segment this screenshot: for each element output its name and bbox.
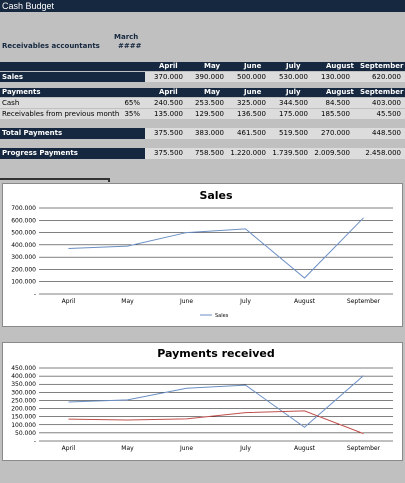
total-row-label-bg: Total Payments	[0, 128, 145, 139]
x-tick-label: June	[179, 298, 193, 305]
payments-month: July	[286, 88, 301, 97]
x-tick-label: May	[121, 298, 134, 305]
y-tick-label: 300.000	[11, 389, 36, 396]
x-tick-label: August	[294, 298, 316, 305]
y-tick-label: 350.000	[11, 381, 36, 388]
receivables-cell[interactable]: 185.500	[312, 110, 350, 119]
month-label: March	[114, 33, 138, 42]
x-tick-label: September	[347, 298, 381, 305]
total-cell[interactable]: 383.000	[186, 129, 224, 138]
y-tick-label: 400.000	[11, 242, 36, 249]
y-tick-label: 400.000	[11, 373, 36, 380]
y-tick-label: 700.000	[11, 205, 36, 212]
chart-title: Sales	[199, 189, 233, 202]
progress-cell[interactable]: 375.500	[145, 149, 183, 158]
y-tick-label: 100.000	[11, 279, 36, 286]
sales-row-label: Sales	[2, 73, 23, 82]
receivables-cell[interactable]: 136.500	[228, 110, 266, 119]
total-label: Total Payments	[2, 129, 62, 138]
sales-cell[interactable]: 530.000	[270, 73, 308, 82]
cell-selection	[0, 178, 110, 182]
legend-label: Sales	[215, 313, 229, 319]
cash-cell[interactable]: 344.500	[270, 99, 308, 108]
payments-month: August	[326, 88, 354, 97]
series-line	[69, 218, 364, 278]
y-tick-label: -	[34, 291, 36, 298]
months-header: April May June July August September	[0, 62, 405, 71]
spreadsheet-area: March Receivables accountants #### April…	[0, 12, 405, 178]
sales-cell[interactable]: 390.000	[186, 73, 224, 82]
receivables-cell[interactable]: 175.000	[270, 110, 308, 119]
payments-month: September	[360, 88, 403, 97]
receivables-pct[interactable]: 35%	[120, 110, 140, 119]
sales-cell[interactable]: 130.000	[312, 73, 350, 82]
x-tick-label: April	[62, 445, 76, 452]
cash-cell[interactable]: 240.500	[145, 99, 183, 108]
x-tick-label: August	[294, 445, 316, 452]
sales-cell[interactable]: 370.000	[145, 73, 183, 82]
payments-chart[interactable]: Payments received -50.000100.000150.00020…	[2, 342, 403, 461]
progress-cell[interactable]: 758.500	[186, 149, 224, 158]
payments-month: April	[159, 88, 178, 97]
cash-cell[interactable]: 84.500	[312, 99, 350, 108]
payments-month: June	[244, 88, 261, 97]
x-tick-label: April	[62, 298, 76, 305]
cash-label: Cash	[2, 99, 19, 108]
x-tick-label: July	[239, 298, 251, 305]
cash-cell[interactable]: 403.000	[355, 99, 401, 108]
y-tick-label: 450.000	[11, 365, 36, 372]
sales-cell[interactable]: 500.000	[228, 73, 266, 82]
cash-cell[interactable]: 253.500	[186, 99, 224, 108]
y-tick-label: -	[34, 438, 36, 445]
progress-row-label-bg: Progress Payments	[0, 148, 145, 159]
month-header-september: September	[360, 62, 403, 71]
progress-cell[interactable]: 2.458.000	[355, 149, 401, 158]
x-tick-label: June	[179, 445, 193, 452]
y-tick-label: 250.000	[11, 397, 36, 404]
sales-chart-svg: Sales - 100.000 200.000 300.000 400.000 500.00…	[3, 184, 402, 326]
cash-cell[interactable]: 325.000	[228, 99, 266, 108]
progress-cell[interactable]: 1.739.500	[270, 149, 308, 158]
y-tick-label: 50.000	[15, 430, 36, 437]
receivables-row-label: Receivables from previous month	[2, 110, 119, 119]
receivables-cell[interactable]: 129.500	[186, 110, 224, 119]
y-tick-label: 600.000	[11, 217, 36, 224]
x-tick-label: May	[121, 445, 134, 452]
progress-cell[interactable]: 2.009.500	[312, 149, 350, 158]
y-tick-label: 200.000	[11, 406, 36, 413]
receivables-label: Receivables accountants	[2, 42, 100, 51]
month-header-july: July	[286, 62, 301, 71]
y-tick-label: 200.000	[11, 266, 36, 273]
total-cell[interactable]: 375.500	[145, 129, 183, 138]
receivables-cell[interactable]: 135.000	[145, 110, 183, 119]
total-cell[interactable]: 461.500	[228, 129, 266, 138]
progress-cell[interactable]: 1.220.000	[228, 149, 266, 158]
cash-pct[interactable]: 65%	[120, 99, 140, 108]
sales-cell[interactable]: 620.000	[355, 73, 401, 82]
sales-chart[interactable]: Sales - 100.000 200.000 300.000 400.000 500.00…	[2, 183, 403, 327]
month-header-april: April	[159, 62, 178, 71]
chart-title: Payments received	[157, 347, 275, 360]
payments-chart-svg: Payments received -50.000100.000150.00020…	[3, 343, 402, 483]
x-tick-label: July	[239, 445, 251, 452]
payments-month: May	[204, 88, 220, 97]
window-title: Cash Budget	[0, 0, 405, 12]
payments-header: Payments April May June July August Sept…	[0, 88, 405, 97]
x-tick-label: September	[347, 445, 381, 452]
total-cell[interactable]: 270.000	[312, 129, 350, 138]
payments-label: Payments	[2, 88, 41, 97]
total-cell[interactable]: 448.500	[355, 129, 401, 138]
month-header-august: August	[326, 62, 354, 71]
y-tick-label: 300.000	[11, 254, 36, 261]
y-tick-label: 150.000	[11, 414, 36, 421]
month-header-may: May	[204, 62, 220, 71]
month-header-june: June	[244, 62, 261, 71]
y-tick-label: 100.000	[11, 422, 36, 429]
receivables-value[interactable]: ####	[118, 42, 141, 51]
receivables-cell[interactable]: 45.500	[355, 110, 401, 119]
y-tick-label: 500.000	[11, 230, 36, 237]
progress-label: Progress Payments	[2, 149, 78, 158]
total-cell[interactable]: 519.500	[270, 129, 308, 138]
